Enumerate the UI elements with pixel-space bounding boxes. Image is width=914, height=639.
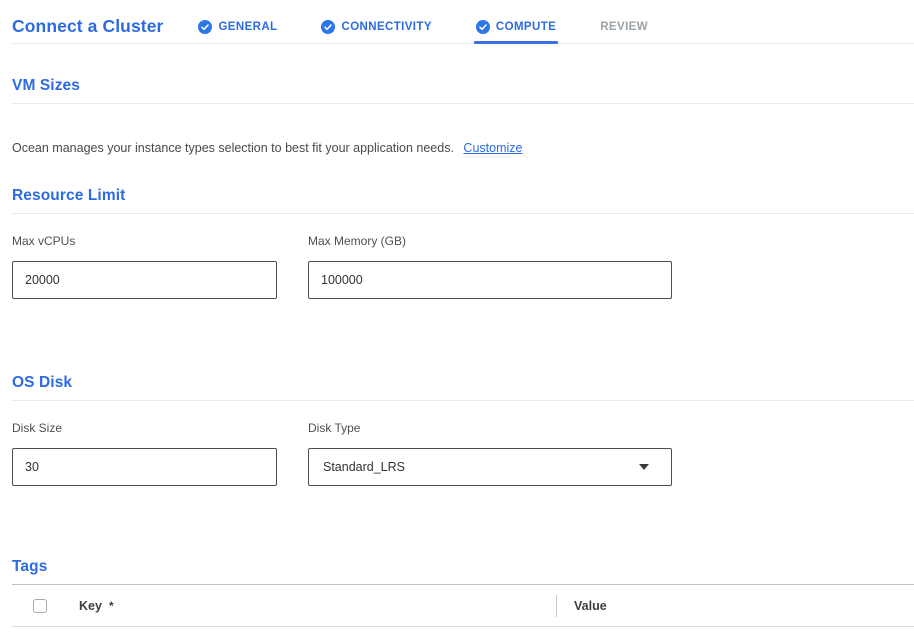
tab-general[interactable]: GENERAL xyxy=(196,10,279,43)
key-column-header: Key * xyxy=(79,599,556,613)
wizard-header: Connect a Cluster GENERAL xyxy=(12,0,914,44)
disk-type-selected-value: Standard_LRS xyxy=(323,460,405,474)
section-divider xyxy=(12,213,914,214)
vm-sizes-description-row: Ocean manages your instance types select… xyxy=(12,141,914,155)
value-column-label: Value xyxy=(557,599,607,613)
select-all-checkbox[interactable] xyxy=(33,599,47,613)
wizard-tabs: GENERAL CONNECTIVITY COM xyxy=(196,10,690,43)
resource-limit-heading: Resource Limit xyxy=(12,187,914,205)
section-divider xyxy=(12,103,914,104)
resource-limit-inputs xyxy=(12,261,914,299)
os-disk-labels: Disk Size Disk Type xyxy=(12,421,914,435)
tags-heading: Tags xyxy=(12,558,914,576)
vm-sizes-heading: VM Sizes xyxy=(12,77,914,95)
os-disk-inputs: Standard_LRS xyxy=(12,448,914,486)
check-circle-icon xyxy=(198,20,212,34)
check-circle-icon xyxy=(321,20,335,34)
max-vcpus-label: Max vCPUs xyxy=(12,234,277,248)
tab-review[interactable]: REVIEW xyxy=(598,10,650,43)
max-memory-input[interactable] xyxy=(308,261,672,299)
disk-type-label: Disk Type xyxy=(308,421,672,435)
chevron-down-icon xyxy=(639,464,649,470)
tab-connectivity[interactable]: CONNECTIVITY xyxy=(319,10,433,43)
disk-size-label: Disk Size xyxy=(12,421,277,435)
connect-cluster-wizard: Connect a Cluster GENERAL xyxy=(0,0,914,639)
tab-compute[interactable]: COMPUTE xyxy=(474,10,558,43)
resource-limit-labels: Max vCPUs Max Memory (GB) xyxy=(12,234,914,248)
required-marker: * xyxy=(109,599,114,613)
max-vcpus-input[interactable] xyxy=(12,261,277,299)
disk-size-input[interactable] xyxy=(12,448,277,486)
disk-type-select[interactable]: Standard_LRS xyxy=(308,448,672,486)
key-column-label: Key xyxy=(79,599,102,613)
vm-sizes-description: Ocean manages your instance types select… xyxy=(12,141,454,155)
select-all-cell xyxy=(12,599,79,613)
tab-label: COMPUTE xyxy=(496,21,556,33)
tab-label: GENERAL xyxy=(218,21,277,33)
section-divider xyxy=(12,400,914,401)
os-disk-heading: OS Disk xyxy=(12,374,914,392)
tags-table-header: Key * Value xyxy=(12,585,914,627)
customize-link[interactable]: Customize xyxy=(463,141,522,155)
max-memory-label: Max Memory (GB) xyxy=(308,234,672,248)
tab-label: REVIEW xyxy=(600,21,648,33)
check-circle-icon xyxy=(476,20,490,34)
page-title: Connect a Cluster xyxy=(12,16,163,37)
tab-label: CONNECTIVITY xyxy=(341,21,431,33)
